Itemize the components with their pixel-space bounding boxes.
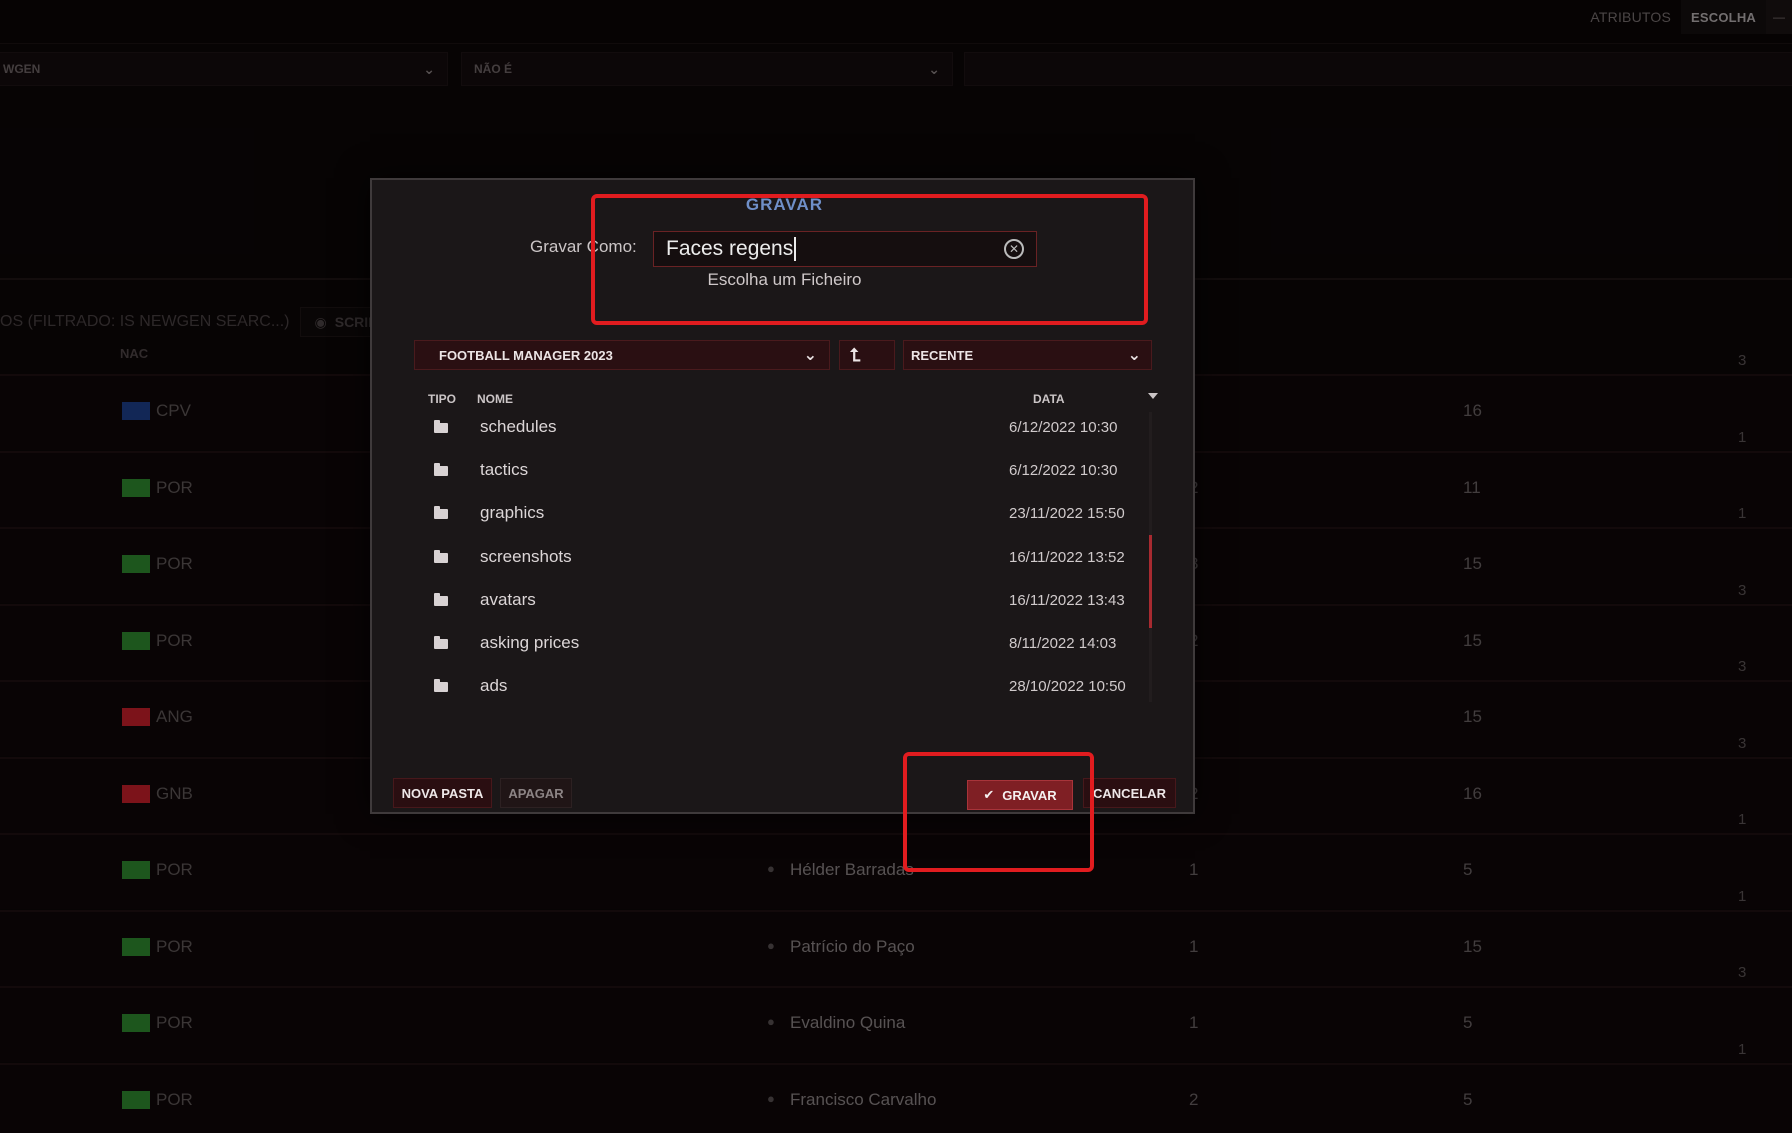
file-name: screenshots (480, 546, 572, 566)
file-name: schedules (480, 417, 557, 436)
folder-icon (434, 463, 448, 477)
scrollbar-thumb[interactable] (1149, 535, 1152, 628)
up-arrow-icon: ⮤ (850, 344, 861, 365)
location-value: FOOTBALL MANAGER 2023 (439, 347, 613, 363)
file-name: graphics (480, 503, 545, 523)
chevron-down-icon: ⌄ (1127, 347, 1141, 364)
column-header-name[interactable]: NOME (477, 392, 513, 406)
annotation-box-filename (591, 194, 1148, 325)
column-header-type[interactable]: TIPO (428, 392, 456, 406)
sort-value: RECENTE (911, 347, 974, 363)
folder-icon (434, 636, 448, 649)
new-folder-button[interactable]: NOVA PASTA (393, 778, 492, 808)
location-select[interactable]: FOOTBALL MANAGER 2023 ⌄ (414, 340, 830, 370)
folder-icon (434, 506, 448, 520)
file-name: asking prices (480, 633, 580, 652)
file-row[interactable]: avatars 16/11/2022 13:43 (414, 581, 1144, 624)
sort-select[interactable]: RECENTE ⌄ (903, 340, 1152, 370)
file-row[interactable]: screenshots 16/11/2022 13:52 (414, 538, 1144, 581)
file-name: tactics (480, 460, 529, 480)
folder-icon (434, 679, 448, 693)
file-name: ads (480, 676, 508, 696)
folder-icon (434, 592, 448, 606)
delete-button[interactable]: APAGAR (500, 778, 572, 808)
file-row[interactable]: graphics 23/11/2022 15:50 (414, 494, 1144, 537)
file-date: 23/11/2022 15:50 (1009, 505, 1125, 523)
folder-icon (434, 420, 448, 433)
file-row[interactable]: tactics 6/12/2022 10:30 (414, 451, 1144, 494)
folder-icon (434, 549, 448, 563)
annotation-box-save-button (903, 752, 1094, 872)
sort-desc-icon[interactable] (1148, 393, 1158, 399)
column-header-date[interactable]: DATA (1033, 392, 1065, 406)
file-list: schedules 6/12/2022 10:30 tactics 6/12/2022… (414, 408, 1144, 696)
file-date: 6/12/2022 10:30 (1009, 462, 1118, 480)
file-date: 8/11/2022 14:03 (1009, 635, 1117, 652)
file-name: avatars (480, 589, 536, 609)
cancel-button[interactable]: CANCELAR (1083, 778, 1176, 808)
file-row[interactable]: schedules 6/12/2022 10:30 (414, 408, 1144, 451)
chevron-down-icon: ⌄ (803, 347, 817, 364)
parent-folder-button[interactable]: ⮤ (839, 340, 895, 370)
file-date: 16/11/2022 13:43 (1009, 591, 1125, 609)
file-date: 28/10/2022 10:50 (1009, 678, 1126, 696)
file-date: 16/11/2022 13:52 (1009, 548, 1125, 566)
file-row[interactable]: ads 28/10/2022 10:50 (414, 667, 1144, 710)
file-date: 6/12/2022 10:30 (1009, 419, 1118, 436)
file-row[interactable]: asking prices 8/11/2022 14:03 (414, 624, 1144, 667)
